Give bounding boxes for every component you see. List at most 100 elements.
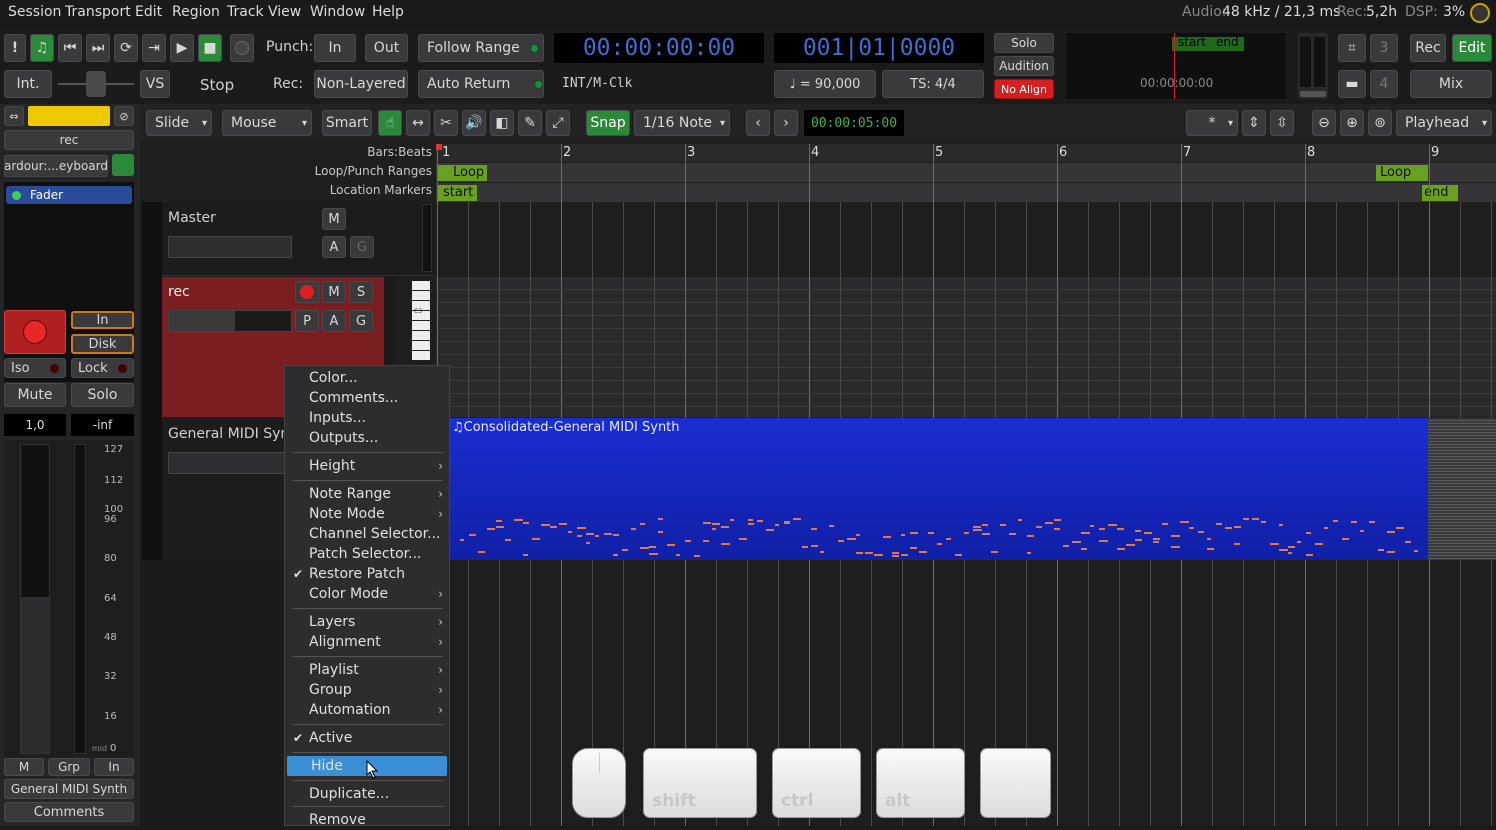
rec-mute-button[interactable]: M: [322, 281, 346, 303]
loop-end-marker[interactable]: Loop: [1376, 165, 1428, 181]
rec-group-button[interactable]: G: [349, 310, 373, 332]
rec-window-button[interactable]: Rec: [1410, 34, 1446, 62]
menu-item-duplicate[interactable]: Duplicate...: [285, 784, 449, 804]
gain-fader[interactable]: [20, 444, 50, 754]
gain-display[interactable]: 1,0: [4, 414, 66, 436]
menu-view[interactable]: View: [268, 4, 301, 20]
draw-tool-icon[interactable]: ✎: [518, 110, 542, 136]
zoom-out-icon[interactable]: ⊖: [1312, 110, 1336, 136]
location-markers-ruler[interactable]: [436, 183, 1496, 202]
follow-range-button[interactable]: Follow Range: [418, 34, 544, 62]
start-marker[interactable]: start: [437, 185, 477, 201]
strip-color-bar[interactable]: [28, 106, 110, 126]
nudge-forward-icon[interactable]: ›: [774, 110, 798, 136]
playhead-dropdown[interactable]: Playhead ▾: [1396, 110, 1492, 136]
no-align-button[interactable]: No Align: [994, 79, 1054, 99]
bars-beats-ruler[interactable]: [436, 144, 1496, 162]
mute-button[interactable]: Mute: [4, 383, 66, 407]
master-track-name[interactable]: Master: [168, 210, 216, 226]
group-button[interactable]: Grp: [48, 758, 90, 776]
monitor-disk-button[interactable]: Disk: [71, 334, 134, 354]
loop-icon[interactable]: ⟳: [114, 34, 138, 62]
solo-strip-button[interactable]: Solo: [71, 383, 134, 407]
menu-edit[interactable]: Edit: [135, 4, 162, 20]
stretch-tool-icon[interactable]: ◧: [490, 110, 514, 136]
meter-input-button[interactable]: In: [94, 758, 134, 776]
rec-playlist-button[interactable]: P: [295, 310, 319, 332]
menu-item-height[interactable]: Height ›: [285, 456, 449, 476]
menu-item-playlist[interactable]: Playlist ›: [285, 660, 449, 680]
iso-button[interactable]: Iso: [4, 358, 66, 378]
audition-tool-icon[interactable]: 🔊: [462, 110, 486, 136]
video-icon[interactable]: ▬: [1338, 70, 1366, 98]
strip-name-button[interactable]: rec: [4, 130, 134, 150]
smart-mode-button[interactable]: Smart: [322, 110, 372, 136]
mix-window-button[interactable]: Mix: [1410, 70, 1492, 98]
non-layered-button[interactable]: Non-Layered: [314, 70, 408, 98]
grid-type-dropdown[interactable]: 1/16 Note ▾: [634, 110, 730, 136]
punch-in-button[interactable]: In: [314, 34, 356, 62]
rec-track-name[interactable]: rec: [168, 284, 190, 300]
goto-end-icon[interactable]: ⏭: [86, 34, 110, 62]
menu-item-patch-selector[interactable]: Patch Selector...: [285, 544, 449, 564]
menu-item-color-mode[interactable]: Color Mode ›: [285, 584, 449, 604]
end-marker[interactable]: end: [1422, 185, 1458, 201]
zoom-focus-dropdown[interactable]: * ▾: [1186, 110, 1238, 136]
vs-button[interactable]: VS: [140, 70, 170, 98]
menu-window[interactable]: Window: [310, 4, 365, 20]
loop-punch-ruler[interactable]: [436, 163, 1496, 182]
crop-icon[interactable]: ⌗: [1338, 34, 1366, 62]
menu-item-outputs[interactable]: Outputs...: [285, 428, 449, 448]
time-signature-display[interactable]: TS: 4/4: [882, 70, 984, 98]
master-group-button[interactable]: G: [350, 236, 374, 258]
menu-item-layers[interactable]: Layers ›: [285, 612, 449, 632]
menu-track[interactable]: Track: [227, 4, 264, 20]
nudge-clock[interactable]: 00:00:05:00: [804, 110, 904, 136]
monitor-input-button[interactable]: In: [71, 311, 134, 329]
num-3[interactable]: 3: [1370, 34, 1398, 62]
menu-item-group[interactable]: Group ›: [285, 680, 449, 700]
midi-region[interactable]: ♫Consolidated-General MIDI Synth: [450, 418, 1428, 560]
edit-mode-dropdown[interactable]: Slide ▾: [146, 110, 212, 136]
menu-item-note-range[interactable]: Note Range ›: [285, 484, 449, 504]
monitor-level-slider[interactable]: [1298, 33, 1328, 99]
nudge-back-icon[interactable]: ‹: [746, 110, 770, 136]
piano-keys[interactable]: [412, 281, 430, 361]
auto-return-button[interactable]: Auto Return: [418, 70, 544, 98]
shuttle-handle[interactable]: [86, 71, 106, 97]
menu-item-alignment[interactable]: Alignment ›: [285, 632, 449, 652]
snap-button[interactable]: Snap: [586, 110, 630, 136]
menu-item-color[interactable]: Color...: [285, 368, 449, 388]
output-button[interactable]: General MIDI Synth: [4, 779, 134, 799]
menu-help[interactable]: Help: [372, 4, 404, 20]
expand-tracks-icon[interactable]: ⇳: [1270, 110, 1294, 136]
grab-tool-icon[interactable]: ☝: [378, 110, 402, 136]
lock-button[interactable]: Lock: [71, 358, 134, 378]
goto-start-icon[interactable]: ⏮: [58, 34, 82, 62]
xrun-indicator-icon[interactable]: [1470, 3, 1490, 23]
num-4[interactable]: 4: [1370, 70, 1398, 98]
ripple-mode-dropdown[interactable]: Mouse ▾: [222, 110, 312, 136]
punch-out-button[interactable]: Out: [365, 34, 408, 62]
menu-item-restore-patch[interactable]: ✔ Restore Patch: [285, 564, 449, 584]
menu-item-remove[interactable]: Remove: [285, 810, 449, 830]
master-mute-button[interactable]: M: [322, 208, 346, 230]
zoom-session-icon[interactable]: ⊚: [1368, 110, 1392, 136]
menu-transport[interactable]: Transport: [65, 4, 131, 20]
menu-item-comments[interactable]: Comments...: [285, 388, 449, 408]
int-button[interactable]: Int.: [4, 70, 52, 98]
zoom-in-icon[interactable]: ⊕: [1340, 110, 1364, 136]
audition-button[interactable]: Audition: [994, 56, 1054, 76]
cut-tool-icon[interactable]: ✂: [434, 110, 458, 136]
meter-point-button[interactable]: M: [4, 758, 44, 776]
metronome-icon[interactable]: ♫: [30, 34, 54, 62]
mini-timeline[interactable]: start end 00:00:00:00: [1066, 33, 1286, 99]
menu-region[interactable]: Region: [172, 4, 220, 20]
record-enable-icon[interactable]: [230, 34, 254, 62]
comments-button[interactable]: Comments: [4, 802, 134, 822]
edit-window-button[interactable]: Edit: [1452, 34, 1492, 62]
shuttle-stop-label[interactable]: Stop: [200, 76, 234, 94]
solo-button[interactable]: Solo: [994, 33, 1054, 53]
master-gain-slider[interactable]: [168, 236, 292, 258]
bus-gain-slider[interactable]: [168, 452, 292, 474]
